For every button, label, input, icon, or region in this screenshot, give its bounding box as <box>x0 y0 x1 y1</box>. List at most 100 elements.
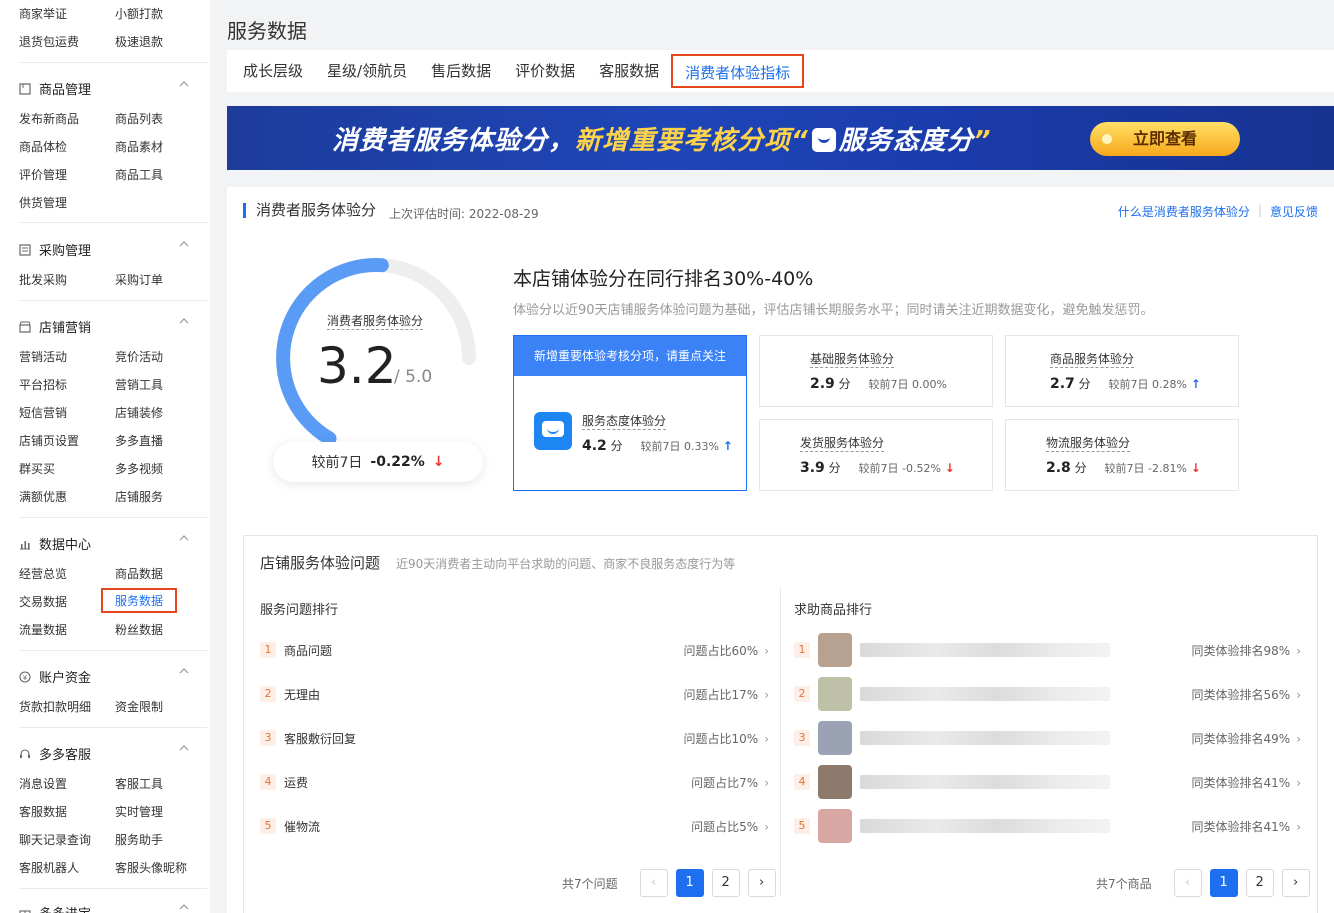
product-row[interactable]: 1 <box>794 633 1110 667</box>
product-ratio[interactable]: 同类体验排名41% › <box>1192 818 1302 835</box>
page-button[interactable]: 2 <box>1245 869 1274 897</box>
tab-consumer-experience[interactable]: 消费者体验指标 <box>671 54 805 88</box>
product-row[interactable]: 2 <box>794 677 1110 711</box>
sidebar-group-goods[interactable]: 商品管理 <box>19 79 91 98</box>
chevron-up-icon[interactable] <box>178 742 190 754</box>
sidebar-item-review-manage[interactable]: 评价管理 <box>19 166 67 183</box>
issue-ratio[interactable]: 问题占比60% › <box>684 642 770 659</box>
product-ratio[interactable]: 同类体验排名41% › <box>1192 774 1302 791</box>
what-is-score-link[interactable]: 什么是消费者服务体验分 <box>1118 203 1250 220</box>
issue-row[interactable]: 2 无理由 <box>260 684 320 704</box>
tab-customer-service[interactable]: 客服数据 <box>587 54 671 88</box>
sidebar-item-service-data[interactable]: 服务数据 <box>101 588 178 613</box>
metric-card-logistics-service[interactable]: 物流服务体验分 2.8 分 较前7日 -2.81% ↓ <box>1005 419 1239 491</box>
product-row[interactable]: 4 <box>794 765 1110 799</box>
issue-row[interactable]: 3 客服敷衍回复 <box>260 728 356 748</box>
sidebar-item-service-assistant[interactable]: 服务助手 <box>115 831 163 848</box>
sidebar-item-return-shipping[interactable]: 退货包运费 <box>19 33 79 50</box>
chevron-up-icon[interactable] <box>178 532 190 544</box>
sidebar-item-cs-data[interactable]: 客服数据 <box>19 803 67 820</box>
issue-ratio[interactable]: 问题占比10% › <box>684 730 770 747</box>
prev-page-button[interactable]: ‹ <box>639 869 668 897</box>
issue-row[interactable]: 5 催物流 <box>260 816 320 836</box>
issue-row[interactable]: 1 商品问题 <box>260 640 332 660</box>
sidebar-item-goods-check[interactable]: 商品体检 <box>19 138 67 155</box>
sidebar-item-trade-data[interactable]: 交易数据 <box>19 593 67 610</box>
sidebar-item-discount[interactable]: 满额优惠 <box>19 488 67 505</box>
sidebar-item-small-payment[interactable]: 小额打款 <box>115 5 163 22</box>
sidebar-item-cs-robot[interactable]: 客服机器人 <box>19 859 79 876</box>
sidebar-item-merchant-proof[interactable]: 商家举证 <box>19 5 67 22</box>
issue-ratio[interactable]: 问题占比5% › <box>691 818 769 835</box>
sidebar-item-publish-goods[interactable]: 发布新商品 <box>19 110 79 127</box>
page-button[interactable]: 2 <box>711 869 740 897</box>
chevron-up-icon[interactable] <box>178 78 190 90</box>
sidebar-item-overview[interactable]: 经营总览 <box>19 565 67 582</box>
sidebar-item-marketing-tools[interactable]: 营销工具 <box>115 376 163 393</box>
chevron-up-icon[interactable] <box>178 238 190 250</box>
tab-star-navigator[interactable]: 星级/领航员 <box>315 54 419 88</box>
sidebar-item-fans-data[interactable]: 粉丝数据 <box>115 621 163 638</box>
sidebar-item-marketing-activity[interactable]: 营销活动 <box>19 348 67 365</box>
tab-after-sales[interactable]: 售后数据 <box>419 54 503 88</box>
product-row[interactable]: 5 <box>794 809 1110 843</box>
attitude-score-card[interactable]: 新增重要体验考核分项，请重点关注 服务态度体验分 4.2 分 较前7日 0.33… <box>513 335 747 491</box>
next-page-button[interactable]: › <box>747 869 776 897</box>
sidebar-item-supply-manage[interactable]: 供货管理 <box>19 194 67 211</box>
product-ratio[interactable]: 同类体验排名56% › <box>1192 686 1302 703</box>
sidebar-item-chat-history[interactable]: 聊天记录查询 <box>19 831 91 848</box>
sidebar-group-purchase[interactable]: 采购管理 <box>19 240 91 259</box>
issue-ratio[interactable]: 问题占比17% › <box>684 686 770 703</box>
sidebar-item-video[interactable]: 多多视频 <box>115 460 163 477</box>
view-now-button[interactable]: 立即查看 <box>1090 122 1240 156</box>
sidebar-item-store-service[interactable]: 店铺服务 <box>115 488 163 505</box>
sidebar-item-group-buy[interactable]: 群买买 <box>19 460 55 477</box>
tab-reviews[interactable]: 评价数据 <box>503 54 587 88</box>
sidebar-item-platform-tender[interactable]: 平台招标 <box>19 376 67 393</box>
sidebar-item-store-decor[interactable]: 店铺装修 <box>115 404 163 421</box>
metric-card-goods-service[interactable]: 商品服务体验分 2.7 分 较前7日 0.28% ↑ <box>1005 335 1239 407</box>
sidebar-item-cs-avatar[interactable]: 客服头像昵称 <box>115 859 187 876</box>
sidebar-group-customer-service[interactable]: 多多客服 <box>19 744 91 763</box>
chevron-up-icon[interactable] <box>178 665 190 677</box>
issue-row[interactable]: 4 运费 <box>260 772 308 792</box>
sidebar-item-goods-data[interactable]: 商品数据 <box>115 565 163 582</box>
banner-quote-open: “ <box>791 126 809 156</box>
sidebar-group-marketing[interactable]: 店铺营销 <box>19 317 91 336</box>
sidebar-item-store-page-settings[interactable]: 店铺页设置 <box>19 432 79 449</box>
metric-card-basic-service[interactable]: 基础服务体验分 2.9 分 较前7日 0.00% <box>759 335 993 407</box>
prev-page-button[interactable]: ‹ <box>1173 869 1202 897</box>
page-button[interactable]: 1 <box>675 869 704 897</box>
sidebar-item-wholesale[interactable]: 批发采购 <box>19 271 67 288</box>
product-row[interactable]: 3 <box>794 721 1110 755</box>
sidebar-item-purchase-orders[interactable]: 采购订单 <box>115 271 163 288</box>
product-ratio[interactable]: 同类体验排名49% › <box>1192 730 1302 747</box>
issue-ratio[interactable]: 问题占比7% › <box>691 774 769 791</box>
sidebar-item-fund-limit[interactable]: 资金限制 <box>115 698 163 715</box>
sidebar-group-account[interactable]: ¥ 账户资金 <box>19 667 91 686</box>
metric-card-shipping-service[interactable]: 发货服务体验分 3.9 分 较前7日 -0.52% ↓ <box>759 419 993 491</box>
product-ratio[interactable]: 同类体验排名98% › <box>1192 642 1302 659</box>
feedback-link[interactable]: 意见反馈 <box>1270 203 1318 220</box>
page-button[interactable]: 1 <box>1209 869 1238 897</box>
sidebar-item-bidding-activity[interactable]: 竞价活动 <box>115 348 163 365</box>
sidebar-item-traffic-data[interactable]: 流量数据 <box>19 621 67 638</box>
chevron-up-icon[interactable] <box>178 901 190 913</box>
sidebar-item-goods-material[interactable]: 商品素材 <box>115 138 163 155</box>
sidebar-item-message-settings[interactable]: 消息设置 <box>19 775 67 792</box>
sidebar-item-payment-detail[interactable]: 货款扣款明细 <box>19 698 91 715</box>
sidebar-group-data-center[interactable]: 数据中心 <box>19 534 91 553</box>
sidebar-item-fast-refund[interactable]: 极速退款 <box>115 33 163 50</box>
sidebar-item-goods-list[interactable]: 商品列表 <box>115 110 163 127</box>
sidebar-item-goods-tools[interactable]: 商品工具 <box>115 166 163 183</box>
chevron-up-icon[interactable] <box>178 315 190 327</box>
next-page-button[interactable]: › <box>1281 869 1310 897</box>
sidebar-item-live[interactable]: 多多直播 <box>115 432 163 449</box>
sidebar-item-sms-marketing[interactable]: 短信营销 <box>19 404 67 421</box>
sidebar-item-cs-tools[interactable]: 客服工具 <box>115 775 163 792</box>
sidebar-item-realtime[interactable]: 实时管理 <box>115 803 163 820</box>
products-pagination: 共7个商品 ‹ 1 2 › <box>1096 869 1310 897</box>
tab-growth-level[interactable]: 成长层级 <box>243 54 315 88</box>
sidebar-group-promotion[interactable]: 多多进宝 <box>19 903 91 913</box>
promo-banner[interactable]: 消费者服务体验分，新增重要考核分项“ 服务态度分” 立即查看 <box>227 106 1334 170</box>
